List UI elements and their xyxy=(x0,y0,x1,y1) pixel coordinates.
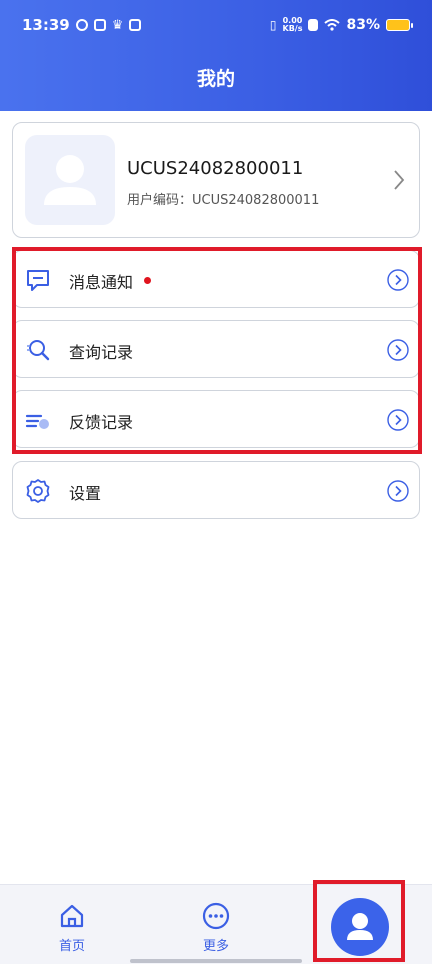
sim-icon xyxy=(308,19,319,31)
menu-label-feedback-records: 反馈记录 xyxy=(69,413,134,432)
unread-dot xyxy=(144,277,151,284)
home-icon xyxy=(60,904,84,928)
tiktok-icon xyxy=(93,19,106,31)
nav-home[interactable]: 首页 xyxy=(22,885,122,964)
profile-card[interactable]: UCUS24082800011 用户编码：UCUS24082800011 xyxy=(12,122,420,238)
home-indicator[interactable] xyxy=(130,959,302,963)
message-icon xyxy=(27,270,49,291)
chevron-circle-right-icon xyxy=(387,269,409,291)
nav-more[interactable]: 更多 xyxy=(166,885,266,964)
gear-icon xyxy=(26,479,50,503)
search-icon xyxy=(27,340,50,361)
menu-label-messages: 消息通知 xyxy=(69,273,134,292)
chevron-circle-right-icon xyxy=(387,409,409,431)
network-speed: 0.00 KB/s xyxy=(282,16,303,33)
chevron-circle-right-icon xyxy=(387,480,409,502)
avatar-placeholder-icon xyxy=(44,155,96,205)
chevron-circle-right-icon xyxy=(387,339,409,361)
status-time: 13:39 xyxy=(22,16,70,34)
profile-user-code: 用户编码：UCUS24082800011 xyxy=(127,193,320,208)
nav-mine-button[interactable] xyxy=(331,898,389,956)
app-notification-icon xyxy=(75,19,88,31)
mail-icon xyxy=(129,19,142,31)
menu-item-messages[interactable]: 消息通知 xyxy=(12,250,420,308)
wifi-icon xyxy=(324,19,341,31)
menu-item-query-records[interactable]: 查询记录 xyxy=(12,320,420,378)
menu-label-query-records: 查询记录 xyxy=(69,343,134,362)
chevron-right-icon xyxy=(394,170,405,190)
menu-item-feedback-records[interactable]: 反馈记录 xyxy=(12,390,420,448)
battery-icon xyxy=(386,19,413,31)
battery-percent: 83% xyxy=(346,17,380,33)
page-title: 我的 xyxy=(196,68,235,90)
user-icon xyxy=(347,913,373,940)
menu-item-settings[interactable]: 设置 xyxy=(12,461,420,519)
app-header: 13:39 ♛ ▯ 0.00 KB/s 83% 我的 xyxy=(0,0,432,111)
crown-icon: ♛ xyxy=(111,17,124,33)
vibrate-icon: ▯ xyxy=(269,18,277,32)
feedback-icon xyxy=(25,414,49,429)
nav-more-label: 更多 xyxy=(202,939,229,954)
more-icon xyxy=(202,902,230,930)
avatar xyxy=(25,135,115,225)
status-bar: 13:39 ♛ ▯ 0.00 KB/s 83% xyxy=(0,0,432,50)
profile-name: UCUS24082800011 xyxy=(127,158,304,179)
nav-home-label: 首页 xyxy=(58,939,85,954)
menu-label-settings: 设置 xyxy=(69,484,102,503)
